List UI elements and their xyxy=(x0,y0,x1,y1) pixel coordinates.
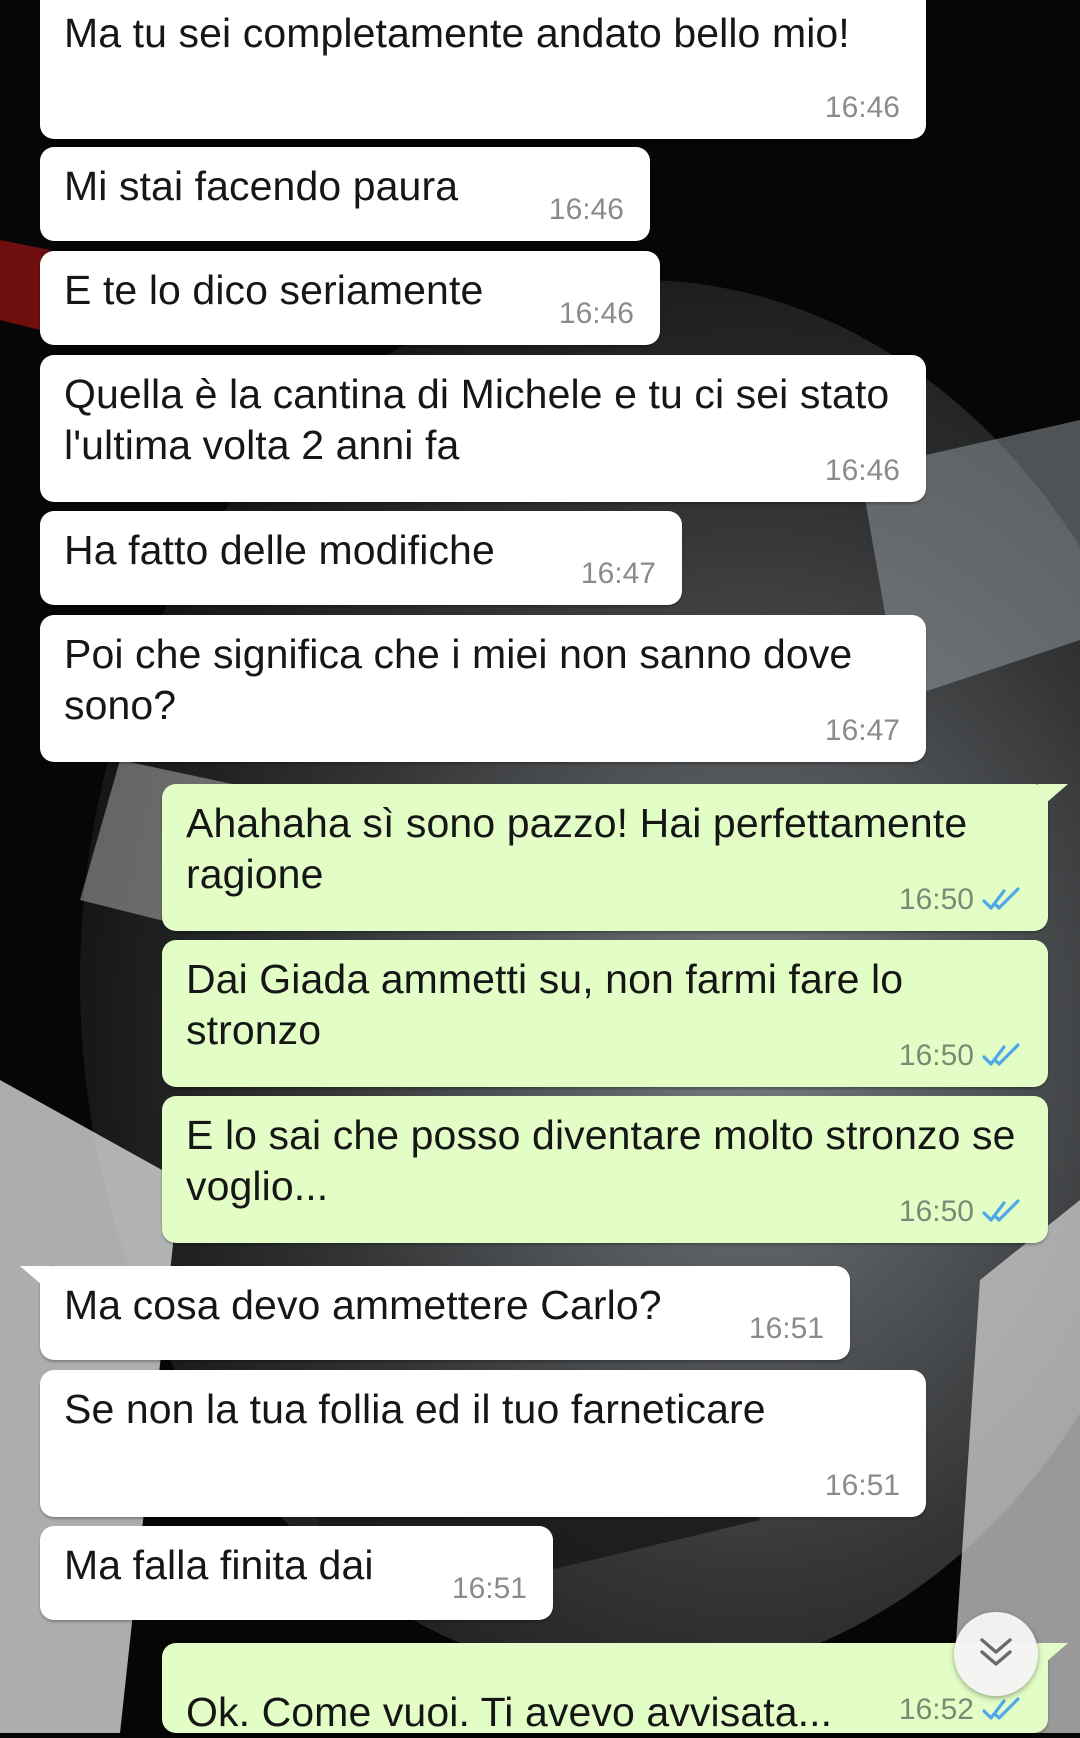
message-text: Ma cosa devo ammettere Carlo? xyxy=(64,1282,662,1328)
message-time: 16:51 xyxy=(824,1469,900,1502)
message-meta: 16:46 xyxy=(549,193,624,227)
message-time: 16:46 xyxy=(824,91,900,124)
message-text: Ma tu sei completamente andato bello mio… xyxy=(64,10,850,56)
message-meta: 16:50 xyxy=(899,1195,1022,1229)
chevron-double-down-icon xyxy=(976,1635,1016,1674)
message-incoming[interactable]: Ma tu sei completamente andato bello mio… xyxy=(20,0,926,139)
double-check-icon xyxy=(982,887,1022,913)
bubble-tail xyxy=(20,0,50,6)
message-text: Ahahaha sì sono pazzo! Hai perfettamente… xyxy=(186,800,968,897)
message-incoming[interactable]: Ma cosa devo ammettere Carlo? 16:51 xyxy=(20,1266,850,1360)
message-meta: 16:47 xyxy=(825,714,900,748)
message-text: Ha fatto delle modifiche xyxy=(64,527,495,573)
message-meta: 16:46 xyxy=(559,297,634,331)
message-time: 16:50 xyxy=(898,1039,974,1072)
message-meta: 16:46 xyxy=(825,91,900,125)
bubble-tail xyxy=(1038,1643,1068,1669)
message-text: Quella è la cantina di Michele e tu ci s… xyxy=(64,371,890,468)
message-meta: 16:52 xyxy=(899,1693,1022,1727)
double-check-icon xyxy=(982,1697,1022,1723)
message-outgoing[interactable]: E lo sai che posso diventare molto stron… xyxy=(162,1096,1048,1243)
message-incoming[interactable]: Ha fatto delle modifiche 16:47 xyxy=(40,511,682,605)
message-time: 16:46 xyxy=(548,193,624,226)
message-time: 16:51 xyxy=(748,1312,824,1345)
message-time: 16:50 xyxy=(898,883,974,916)
message-outgoing[interactable]: Dai Giada ammetti su, non farmi fare lo … xyxy=(162,940,1048,1087)
message-time: 16:51 xyxy=(451,1572,527,1605)
message-time: 16:52 xyxy=(898,1693,974,1726)
double-check-icon xyxy=(982,1199,1022,1225)
double-check-icon xyxy=(982,1043,1022,1069)
message-meta: 16:51 xyxy=(749,1312,824,1346)
message-text: E te lo dico seriamente xyxy=(64,267,484,313)
message-meta: 16:46 xyxy=(825,454,900,488)
message-meta: 16:47 xyxy=(581,557,656,591)
scroll-to-bottom-button[interactable] xyxy=(954,1612,1038,1696)
bubble-tail xyxy=(20,1266,50,1292)
message-incoming[interactable]: E te lo dico seriamente 16:46 xyxy=(40,251,660,345)
message-outgoing[interactable]: Ok. Come vuoi. Ti avevo avvisata... 16:5… xyxy=(162,1643,1068,1735)
message-time: 16:47 xyxy=(824,714,900,747)
message-incoming[interactable]: Poi che significa che i miei non sanno d… xyxy=(40,615,926,762)
message-text: Ok. Come vuoi. Ti avevo avvisata... xyxy=(186,1689,833,1735)
message-incoming[interactable]: Mi stai facendo paura 16:46 xyxy=(40,147,650,241)
message-time: 16:50 xyxy=(898,1195,974,1228)
message-text: Poi che significa che i miei non sanno d… xyxy=(64,631,853,728)
message-incoming[interactable]: Ma falla finita dai 16:51 xyxy=(40,1526,553,1620)
message-text: Mi stai facendo paura xyxy=(64,163,459,209)
message-time: 16:47 xyxy=(580,557,656,590)
message-meta: 16:51 xyxy=(452,1572,527,1606)
chat-messages: Ma tu sei completamente andato bello mio… xyxy=(0,0,1080,1735)
message-meta: 16:50 xyxy=(899,1039,1022,1073)
message-text: Se non la tua follia ed il tuo farnetica… xyxy=(64,1386,766,1432)
message-time: 16:46 xyxy=(824,454,900,487)
message-incoming[interactable]: Se non la tua follia ed il tuo farnetica… xyxy=(40,1370,926,1517)
message-outgoing[interactable]: Ahahaha sì sono pazzo! Hai perfettamente… xyxy=(162,784,1068,931)
message-text: Dai Giada ammetti su, non farmi fare lo … xyxy=(186,956,904,1053)
message-time: 16:46 xyxy=(558,297,634,330)
message-meta: 16:51 xyxy=(825,1469,900,1503)
message-text: E lo sai che posso diventare molto stron… xyxy=(186,1112,1016,1209)
message-meta: 16:50 xyxy=(899,883,1022,917)
bubble-tail xyxy=(1038,784,1068,810)
message-incoming[interactable]: Quella è la cantina di Michele e tu ci s… xyxy=(40,355,926,502)
